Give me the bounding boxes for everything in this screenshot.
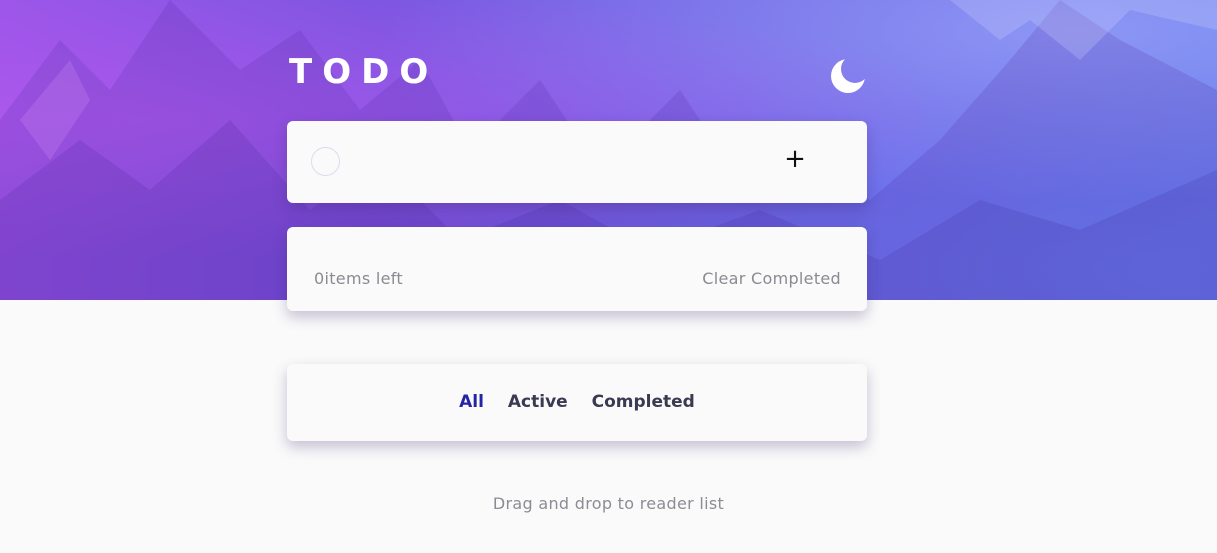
filter-active[interactable]: Active <box>508 392 568 412</box>
new-todo-checkbox[interactable] <box>311 147 340 176</box>
drag-hint: Drag and drop to reader list <box>492 494 725 513</box>
filter-tabs: All Active Completed <box>287 392 867 412</box>
plus-icon: + <box>784 144 806 174</box>
filter-all[interactable]: All <box>459 392 484 412</box>
todo-app: TODO + 0items left Clear Completed All A… <box>0 0 1217 553</box>
items-left-count: 0items left <box>314 269 403 288</box>
new-todo-card: + <box>287 121 867 203</box>
add-todo-button[interactable]: + <box>783 145 807 175</box>
todo-list-card: 0items left Clear Completed <box>287 227 867 311</box>
filter-completed[interactable]: Completed <box>592 392 695 412</box>
app-title: TODO <box>289 52 439 92</box>
clear-completed-button[interactable]: Clear Completed <box>702 269 841 288</box>
new-todo-input[interactable] <box>357 145 777 179</box>
moon-icon <box>831 59 865 93</box>
theme-toggle-button[interactable] <box>828 56 868 96</box>
filter-card: All Active Completed <box>287 364 867 441</box>
